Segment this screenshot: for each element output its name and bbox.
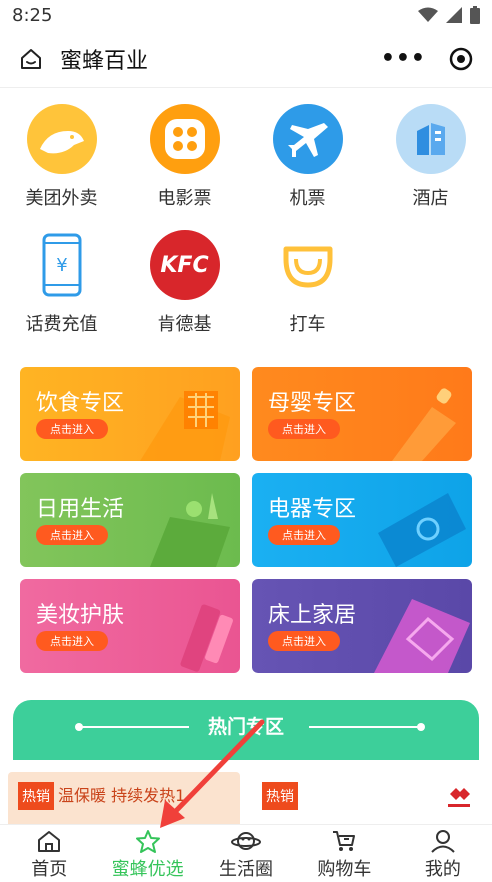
status-bar: 8:25	[0, 0, 492, 30]
shortcut-flight[interactable]: 机票	[246, 94, 369, 220]
shortcut-label: 酒店	[412, 188, 449, 209]
tab-home[interactable]: 首页	[0, 825, 98, 882]
tab-label: 购物车	[317, 859, 372, 880]
category-title: 床上家居	[268, 603, 357, 628]
tab-life-circle[interactable]: 生活圈	[197, 825, 295, 882]
category-home[interactable]: 床上家居 点击进入	[252, 579, 472, 673]
baby-bottle-icon	[392, 388, 456, 461]
home-icon	[21, 48, 41, 69]
shortcut-grid: 美团外卖 电影票 机票 酒店 ¥ 话费充值 KFC 肯德基 打车	[0, 88, 492, 346]
category-enter-button[interactable]: 点击进入	[268, 419, 340, 439]
kfc-icon: KFC	[149, 230, 220, 300]
product-card[interactable]: 热销	[252, 772, 484, 824]
home-icon	[38, 831, 61, 852]
shortcut-recharge[interactable]: ¥ 话费充值	[0, 220, 123, 346]
divider-line	[309, 726, 419, 728]
shortcut-label: 话费充值	[25, 314, 98, 335]
divider-dot	[417, 723, 425, 731]
user-icon	[431, 830, 455, 853]
shortcut-meituan[interactable]: 美团外卖	[0, 94, 123, 220]
page-title: 蜜蜂百业	[60, 48, 149, 74]
category-enter-button[interactable]: 点击进入	[268, 631, 340, 651]
shortcut-label: 打车	[289, 314, 326, 335]
tab-bee-select[interactable]: 蜜蜂优选	[98, 825, 196, 882]
kfc-logo-text: KFC	[160, 252, 209, 278]
tab-label: 生活圈	[219, 859, 274, 880]
shortcut-taxi[interactable]: 打车	[246, 220, 369, 346]
signal-icon	[446, 7, 462, 23]
category-appliance[interactable]: 电器专区 点击进入	[252, 473, 472, 567]
taxi-icon	[273, 230, 343, 300]
app-page: 8:25 蜜蜂百业 ••• 美团外卖 电影票 机票 酒店 ¥ 话费充值 KFC …	[0, 0, 492, 882]
category-beauty[interactable]: 美妆护肤 点击进入	[20, 579, 240, 673]
lipstick-icon	[180, 604, 233, 672]
star-icon	[135, 830, 160, 853]
system-icons	[418, 6, 480, 24]
category-title: 电器专区	[268, 497, 357, 522]
shortcut-movie[interactable]: 电影票	[123, 94, 246, 220]
phone-recharge-icon: ¥	[27, 230, 97, 300]
hotel-building-icon	[395, 104, 466, 174]
category-title: 母婴专区	[268, 391, 357, 416]
cart-icon	[333, 831, 356, 851]
wifi-icon	[418, 7, 438, 22]
category-enter-button[interactable]: 点击进入	[268, 525, 340, 545]
category-enter-button[interactable]: 点击进入	[36, 631, 108, 651]
tab-label: 我的	[424, 859, 461, 880]
svg-text:¥: ¥	[56, 255, 67, 276]
tab-cart[interactable]: 购物车	[295, 825, 393, 882]
more-menu-button[interactable]: •••	[381, 46, 426, 71]
category-baby[interactable]: 母婴专区 点击进入	[252, 367, 472, 461]
meituan-icon	[26, 104, 97, 174]
close-miniprogram-icon[interactable]	[448, 46, 474, 72]
product-card[interactable]: 热销 温保暖 持续发热1	[8, 772, 240, 824]
shortcut-label: 美团外卖	[25, 188, 98, 209]
status-time: 8:25	[12, 4, 53, 26]
hot-sale-tag: 热销	[262, 782, 298, 810]
grocery-basket-icon	[150, 493, 230, 567]
tab-label: 蜜蜂优选	[111, 859, 184, 880]
shortcut-label: 肯德基	[157, 314, 212, 335]
tab-label: 首页	[31, 859, 68, 880]
battery-icon	[470, 6, 480, 24]
shortcut-label: 电影票	[157, 188, 212, 209]
category-title: 饮食专区	[36, 391, 125, 416]
film-reel-icon	[149, 104, 220, 174]
food-illustration-icon	[140, 391, 230, 461]
tab-mine[interactable]: 我的	[394, 825, 492, 882]
nav-bar: 蜜蜂百业 •••	[0, 30, 492, 88]
planet-icon	[231, 832, 262, 850]
category-title: 美妆护肤	[36, 603, 125, 628]
bottom-tab-bar: 首页 蜜蜂优选 生活圈 购物车 我的	[0, 824, 492, 882]
appliance-icon	[378, 493, 466, 567]
category-food[interactable]: 饮食专区 点击进入	[20, 367, 240, 461]
category-title: 日用生活	[36, 497, 125, 522]
category-enter-button[interactable]: 点击进入	[36, 419, 108, 439]
home-button[interactable]	[18, 46, 44, 72]
hot-zone-header: 热门专区	[13, 700, 479, 760]
shortcut-label: 机票	[289, 188, 326, 209]
shortcut-kfc[interactable]: KFC 肯德基	[123, 220, 246, 346]
hot-sale-tag: 热销	[18, 782, 54, 810]
category-cards: 饮食专区 点击进入 母婴专区 点击进入 日用生活 点击进入 电器专区 点击进入 …	[20, 367, 472, 673]
category-daily[interactable]: 日用生活 点击进入	[20, 473, 240, 567]
shortcut-hotel[interactable]: 酒店	[369, 94, 492, 220]
brand-logo-icon	[448, 788, 470, 807]
category-enter-button[interactable]: 点击进入	[36, 525, 108, 545]
bedding-icon	[374, 599, 470, 673]
airplane-icon	[272, 104, 343, 174]
product-banner-text: 温保暖 持续发热1	[58, 786, 186, 805]
